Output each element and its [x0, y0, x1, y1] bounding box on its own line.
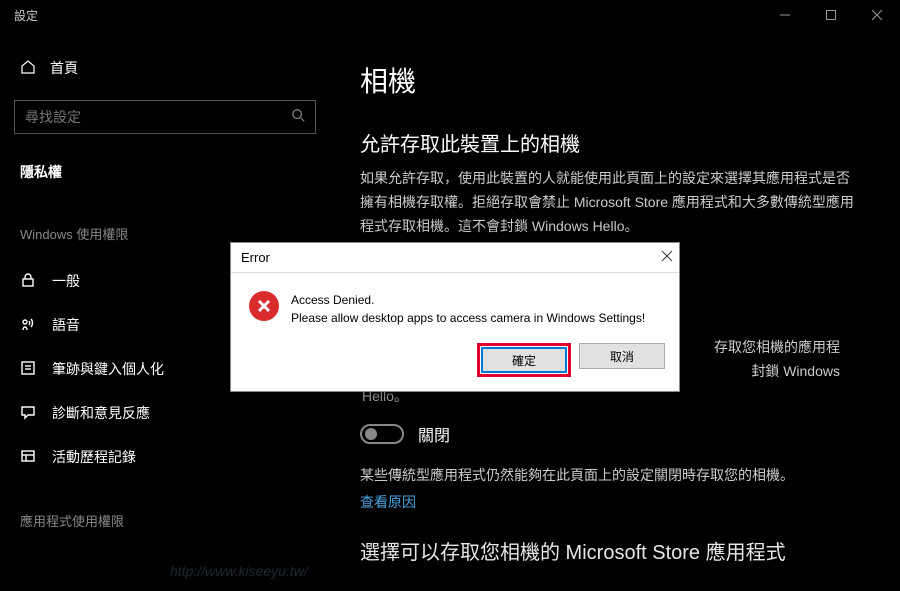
close-button[interactable]	[854, 0, 900, 30]
sidebar-item-label: 診斷和意見反應	[52, 403, 150, 423]
section-heading-allow: 允許存取此裝置上的相機	[360, 128, 880, 157]
search-icon	[291, 108, 305, 127]
watermark: http://www.kiseeyu.tw/	[170, 563, 308, 579]
window-title: 設定	[14, 7, 38, 24]
error-dialog: Error Access Denied. Please allow deskto…	[230, 242, 680, 392]
dialog-close-button[interactable]	[661, 250, 673, 265]
sidebar-item-label: 一般	[52, 271, 80, 291]
sidebar-subhead-apps: 應用程式使用權限	[14, 505, 316, 536]
sidebar-item-diagnostics[interactable]: 診斷和意見反應	[14, 391, 316, 435]
cancel-button[interactable]: 取消	[579, 343, 665, 369]
lock-icon	[20, 272, 36, 291]
search-input-wrap[interactable]	[14, 100, 316, 134]
reason-link[interactable]: 查看原因	[360, 492, 880, 512]
minimize-button[interactable]	[762, 0, 808, 30]
dialog-titlebar: Error	[231, 243, 679, 273]
sidebar-item-label: 語音	[52, 315, 80, 335]
ok-highlight: 確定	[477, 343, 571, 377]
legacy-note: 某些傳統型應用程式仍然能夠在此頁面上的設定關閉時存取您的相機。	[360, 464, 860, 488]
dialog-title: Error	[241, 250, 270, 265]
dialog-message: Access Denied. Please allow desktop apps…	[291, 291, 645, 327]
page-title: 相機	[360, 60, 880, 100]
sidebar-item-label: 活動歷程記錄	[52, 447, 136, 467]
home-label: 首頁	[50, 58, 78, 78]
history-icon	[20, 448, 36, 467]
search-input[interactable]	[25, 109, 291, 125]
maximize-button[interactable]	[808, 0, 854, 30]
camera-toggle[interactable]	[360, 424, 404, 444]
home-icon	[20, 59, 36, 78]
sidebar-item-label: 筆跡與鍵入個人化	[52, 359, 164, 379]
section-heading-store: 選擇可以存取您相機的 Microsoft Store 應用程式	[360, 536, 880, 565]
feedback-icon	[20, 404, 36, 423]
error-icon	[249, 291, 279, 321]
sidebar-home[interactable]: 首頁	[14, 50, 316, 86]
toggle-label: 關閉	[418, 422, 450, 446]
sidebar-item-activity[interactable]: 活動歷程記錄	[14, 435, 316, 479]
sidebar-section-title: 隱私權	[14, 156, 316, 188]
toggle-row: 關閉	[360, 422, 880, 446]
window-titlebar: 設定	[0, 0, 900, 30]
section-description: 如果允許存取，使用此裝置的人就能使用此頁面上的設定來選擇其應用程式是否擁有相機存…	[360, 167, 860, 238]
ok-button[interactable]: 確定	[481, 347, 567, 373]
speech-icon	[20, 316, 36, 335]
inking-icon	[20, 360, 36, 379]
